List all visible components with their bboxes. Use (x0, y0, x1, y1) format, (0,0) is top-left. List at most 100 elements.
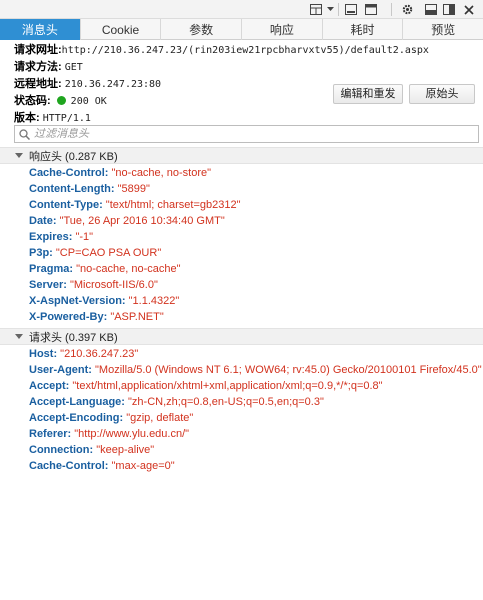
header-name: Accept-Encoding: (29, 412, 124, 424)
request-summary: 请求网址:http://210.36.247.23/(rin203iew21rp… (14, 42, 474, 127)
header-value: "no-cache, no-cache" (76, 263, 181, 275)
header-value: "Microsoft-IIS/6.0" (69, 279, 158, 291)
header-row: Connection: "keep-alive" (29, 442, 483, 458)
header-value: "gzip, deflate" (126, 412, 194, 424)
tab-timings[interactable]: 耗时 (323, 19, 404, 40)
header-name: Referer: (29, 428, 72, 440)
dock-icon[interactable] (423, 1, 439, 18)
header-value: "Tue, 26 Apr 2016 10:34:40 GMT" (59, 215, 225, 227)
tab-strip: 消息头 Cookie 参数 响应 耗时 预览 (0, 19, 483, 40)
dock-side-icon[interactable] (441, 1, 457, 18)
header-row: Date: "Tue, 26 Apr 2016 10:34:40 GMT" (29, 213, 483, 229)
header-row: X-Powered-By: "ASP.NET" (29, 309, 483, 325)
header-value: "http://www.ylu.edu.cn/" (74, 428, 190, 440)
header-value: "5899" (117, 183, 150, 195)
remote-address-label: 远程地址: (14, 78, 62, 90)
remote-address-row: 远程地址: 210.36.247.23:80 (14, 76, 474, 93)
layout-icon[interactable] (308, 1, 324, 18)
minimize-icon[interactable] (343, 1, 359, 18)
remote-address-value: 210.36.247.23:80 (64, 79, 162, 90)
tab-headers[interactable]: 消息头 (0, 19, 81, 40)
header-row: Accept-Encoding: "gzip, deflate" (29, 410, 483, 426)
status-dot-icon (56, 96, 66, 105)
header-value: "text/html,application/xhtml+xml,applica… (72, 380, 383, 392)
edit-resend-button[interactable]: 编辑和重发 (333, 84, 403, 104)
chevron-down-icon[interactable] (325, 1, 335, 18)
header-name: X-AspNet-Version: (29, 295, 126, 307)
header-value: "210.36.247.23" (60, 348, 139, 360)
header-name: P3p: (29, 247, 53, 259)
tab-params[interactable]: 参数 (161, 19, 243, 40)
request-url-row: 请求网址:http://210.36.247.23/(rin203iew21rp… (14, 42, 474, 59)
header-name: Cache-Control: (29, 460, 109, 472)
window-icon[interactable] (363, 1, 379, 18)
header-value: "zh-CN,zh;q=0.8,en-US;q=0.5,en;q=0.3" (128, 396, 324, 408)
header-row: Pragma: "no-cache, no-cache" (29, 261, 483, 277)
header-row: Content-Length: "5899" (29, 181, 483, 197)
header-value: "text/html; charset=gb2312" (105, 199, 241, 211)
http-version-label: 版本: (14, 112, 40, 124)
status-code-value: 200 OK (70, 96, 107, 107)
header-name: Host: (29, 348, 58, 360)
header-value: "1.1.4322" (128, 295, 180, 307)
header-value: "max-age=0" (111, 460, 175, 472)
header-name: Date: (29, 215, 57, 227)
header-row: Cache-Control: "no-cache, no-store" (29, 165, 483, 181)
filter-headers-input[interactable] (34, 128, 474, 140)
header-row: User-Agent: "Mozilla/5.0 (Windows NT 6.1… (29, 362, 483, 378)
response-headers-title: 响应头 (0.287 KB) (29, 150, 118, 163)
header-row: Referer: "http://www.ylu.edu.cn/" (29, 426, 483, 442)
header-row: Server: "Microsoft-IIS/6.0" (29, 277, 483, 293)
header-row: Accept: "text/html,application/xhtml+xml… (29, 378, 483, 394)
status-code-row: 状态码: 200 OK (14, 93, 474, 110)
gear-icon[interactable] (398, 1, 416, 18)
header-row: Content-Type: "text/html; charset=gb2312… (29, 197, 483, 213)
request-method-value: GET (64, 62, 83, 73)
header-row: Cache-Control: "max-age=0" (29, 458, 483, 474)
header-value: "no-cache, no-store" (111, 167, 212, 179)
request-method-label: 请求方法: (14, 61, 62, 73)
header-name: X-Powered-By: (29, 311, 108, 323)
header-name: Pragma: (29, 263, 74, 275)
search-icon (19, 128, 30, 140)
header-name: Cache-Control: (29, 167, 109, 179)
header-row: X-AspNet-Version: "1.1.4322" (29, 293, 483, 309)
header-name: Accept: (29, 380, 70, 392)
devtools-toolbar (0, 0, 483, 19)
raw-headers-button[interactable]: 原始头 (409, 84, 475, 104)
collapse-triangle-icon (15, 153, 23, 158)
toolbar-divider (391, 3, 392, 16)
http-version-value: HTTP/1.1 (42, 113, 91, 124)
tab-preview[interactable]: 预览 (403, 19, 483, 40)
response-headers-section-toggle[interactable]: 响应头 (0.287 KB) (0, 147, 483, 164)
request-url-value: http://210.36.247.23/(rin203iew21rpcbhar… (61, 45, 429, 56)
collapse-triangle-icon (15, 334, 23, 339)
header-value: "keep-alive" (96, 444, 155, 456)
header-name: User-Agent: (29, 364, 92, 376)
request-method-row: 请求方法: GET (14, 59, 474, 76)
filter-headers-box[interactable] (14, 125, 479, 143)
status-code-label: 状态码: (14, 95, 51, 107)
request-headers-title: 请求头 (0.397 KB) (29, 331, 118, 344)
header-name: Content-Type: (29, 199, 103, 211)
header-name: Content-Length: (29, 183, 115, 195)
header-row: Accept-Language: "zh-CN,zh;q=0.8,en-US;q… (29, 394, 483, 410)
header-value: "ASP.NET" (110, 311, 164, 323)
header-row: Host: "210.36.247.23" (29, 346, 483, 362)
tab-response[interactable]: 响应 (242, 19, 323, 40)
header-name: Server: (29, 279, 67, 291)
request-url-label: 请求网址: (14, 44, 62, 56)
close-icon[interactable] (461, 1, 477, 18)
request-headers-list: Host: "210.36.247.23" User-Agent: "Mozil… (29, 346, 483, 474)
header-name: Accept-Language: (29, 396, 125, 408)
request-headers-section-toggle[interactable]: 请求头 (0.397 KB) (0, 328, 483, 345)
header-value: "-1" (75, 231, 94, 243)
toolbar-divider (338, 3, 339, 16)
header-value: "CP=CAO PSA OUR" (55, 247, 162, 259)
response-headers-list: Cache-Control: "no-cache, no-store" Cont… (29, 165, 483, 325)
header-row: Expires: "-1" (29, 229, 483, 245)
header-name: Expires: (29, 231, 73, 243)
header-name: Connection: (29, 444, 94, 456)
header-value: "Mozilla/5.0 (Windows NT 6.1; WOW64; rv:… (95, 364, 482, 376)
tab-cookie[interactable]: Cookie (81, 19, 162, 40)
